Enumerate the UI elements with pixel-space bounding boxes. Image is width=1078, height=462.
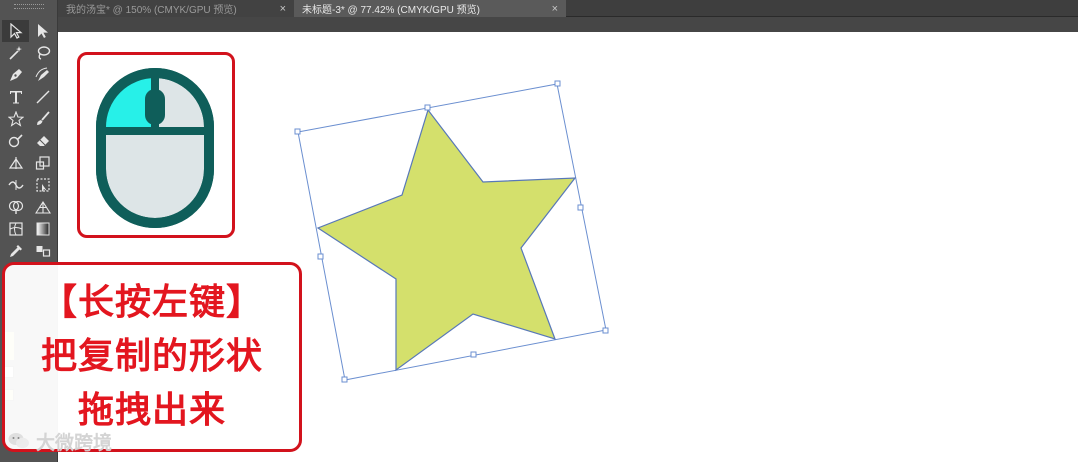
caption-line-2: 把复制的形状 bbox=[40, 336, 263, 377]
caption-line-1: 【长按左键】 bbox=[40, 282, 263, 323]
watermark: 大微跨境 bbox=[8, 428, 112, 454]
mouse-hint-card bbox=[77, 52, 235, 238]
free-transform-tool-icon[interactable] bbox=[29, 174, 56, 196]
shaper-tool-icon[interactable] bbox=[2, 130, 29, 152]
scale-tool-icon[interactable] bbox=[29, 152, 56, 174]
perspective-grid-tool-icon[interactable] bbox=[29, 196, 56, 218]
star-shape[interactable] bbox=[316, 108, 577, 372]
panel-grip[interactable] bbox=[14, 4, 44, 9]
star-shape-artwork[interactable] bbox=[290, 75, 620, 395]
type-tool-icon[interactable] bbox=[2, 86, 29, 108]
tab-document-2[interactable]: 未标题-3* @ 77.42% (CMYK/GPU 预览) × bbox=[294, 0, 566, 17]
eyedropper-tool-icon[interactable] bbox=[2, 240, 29, 262]
eraser-tool-icon[interactable] bbox=[29, 130, 56, 152]
wechat-icon bbox=[8, 433, 29, 449]
shape-builder-tool-icon[interactable] bbox=[2, 196, 29, 218]
close-icon[interactable]: × bbox=[552, 3, 558, 15]
magic-wand-tool-icon[interactable] bbox=[2, 42, 29, 64]
document-tab-bar: 我的汤宝* @ 150% (CMYK/GPU 预览) × 未标题-3* @ 77… bbox=[58, 0, 1078, 17]
tab-document-1[interactable]: 我的汤宝* @ 150% (CMYK/GPU 预览) × bbox=[58, 0, 294, 17]
rotate-tool-icon[interactable] bbox=[2, 152, 29, 174]
blend-tool-icon[interactable] bbox=[29, 240, 56, 262]
curvature-tool-icon[interactable] bbox=[29, 64, 56, 86]
line-segment-tool-icon[interactable] bbox=[29, 86, 56, 108]
close-icon[interactable]: × bbox=[280, 3, 286, 15]
gradient-tool-icon[interactable] bbox=[29, 218, 56, 240]
tab-label: 未标题-3* @ 77.42% (CMYK/GPU 预览) bbox=[302, 5, 480, 16]
instruction-caption: 【长按左键】 把复制的形状 拖拽出来 bbox=[2, 262, 302, 452]
tab-label: 我的汤宝* @ 150% (CMYK/GPU 预览) bbox=[66, 5, 237, 16]
tool-grid bbox=[2, 20, 56, 262]
paintbrush-tool-icon[interactable] bbox=[29, 108, 56, 130]
mouse-icon bbox=[96, 68, 214, 228]
lasso-tool-icon[interactable] bbox=[29, 42, 56, 64]
watermark-text: 大微跨境 bbox=[36, 431, 113, 454]
canvas-pasteboard bbox=[58, 17, 1078, 32]
direct-selection-tool-icon[interactable] bbox=[29, 20, 56, 42]
star-tool-icon[interactable] bbox=[2, 108, 29, 130]
pen-tool-icon[interactable] bbox=[2, 64, 29, 86]
mesh-tool-icon[interactable] bbox=[2, 218, 29, 240]
width-tool-icon[interactable] bbox=[2, 174, 29, 196]
selection-tool-icon[interactable] bbox=[2, 20, 29, 42]
